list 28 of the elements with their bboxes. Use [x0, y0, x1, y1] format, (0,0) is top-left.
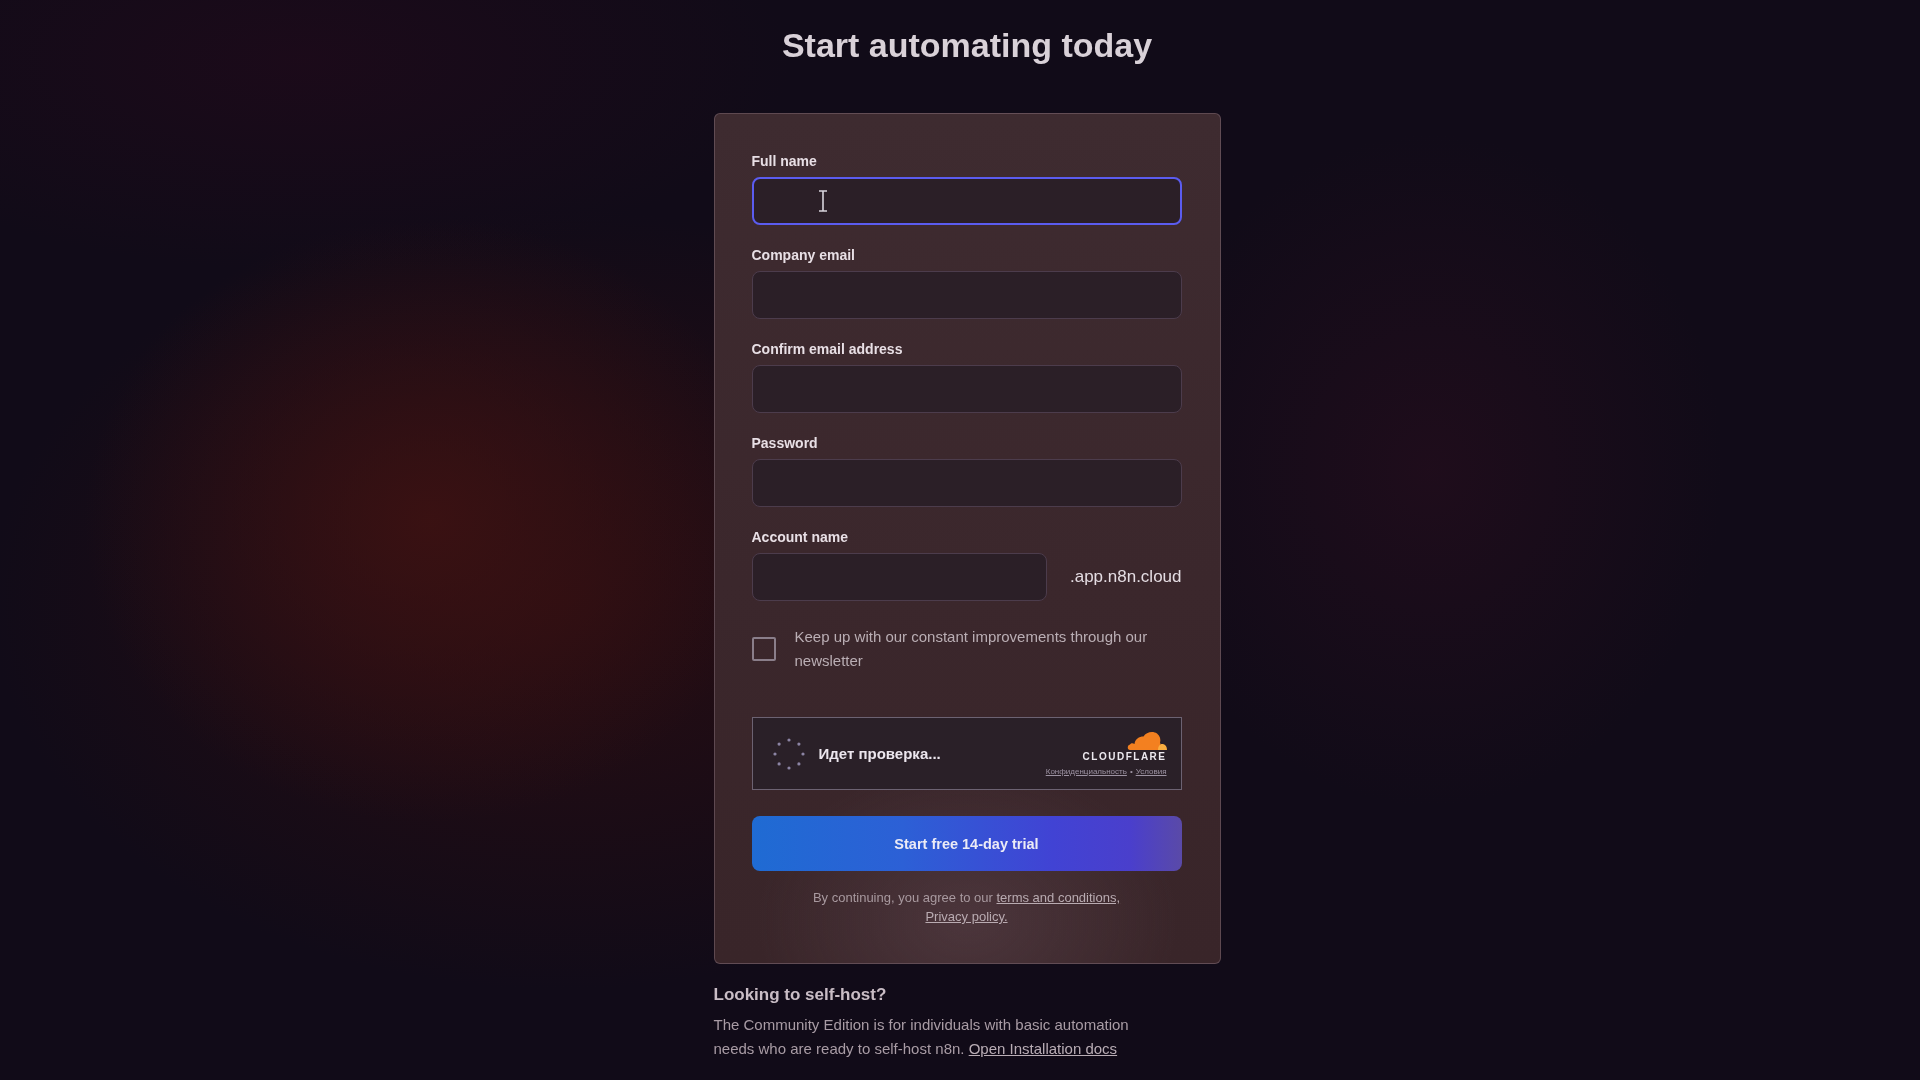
legal-link[interactable]: terms and conditions, — [996, 890, 1121, 905]
input-field[interactable] — [751, 553, 1047, 601]
input-field[interactable] — [751, 365, 1182, 413]
section-heading: Looking to self-host? — [713, 984, 888, 1006]
docs-link[interactable]: Open Installation docs — [968, 1040, 1118, 1057]
text-cursor-icon — [817, 190, 828, 212]
field-label: Company email — [751, 246, 856, 264]
self-host-text: The Community Edition is for individuals with basic automation needs who are ready to self-host n8n. Open Installation docs — [713, 1015, 1130, 1059]
captcha-status: Идет проверка... — [818, 745, 941, 762]
brand-name: CLOUDFLARE — [1082, 751, 1167, 763]
domain-suffix: .app.n8n.cloud — [1069, 567, 1182, 587]
captcha-link[interactable]: Конфиденциальность — [1045, 767, 1127, 777]
input-field[interactable] — [751, 271, 1182, 319]
legal-text: By continuing, you agree to our terms and conditions, Privacy policy. — [811, 889, 1122, 926]
input-field[interactable] — [751, 459, 1182, 507]
input-field[interactable] — [751, 177, 1182, 225]
start-trial-button[interactable]: Start free 14-day trial — [751, 816, 1182, 871]
checkbox-label: Keep up with our constant improvements through our newsletter — [794, 627, 1149, 671]
captcha-link[interactable]: Условия — [1135, 767, 1167, 777]
field-label: Account name — [751, 528, 849, 546]
checkbox[interactable] — [751, 637, 776, 661]
field-label: Full name — [751, 152, 818, 170]
link-separator: • — [1129, 767, 1133, 777]
field-label: Confirm email address — [751, 340, 904, 358]
cloud-icon — [1126, 730, 1167, 750]
page-title: Start automating today — [781, 25, 1153, 65]
field-label: Password — [751, 434, 819, 452]
legal-link[interactable]: Privacy policy. — [925, 909, 1008, 924]
